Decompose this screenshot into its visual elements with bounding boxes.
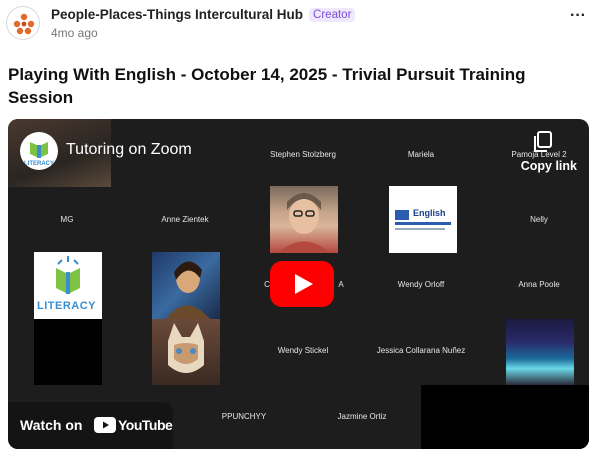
participant-name: Nelly (530, 215, 548, 224)
participant-cat-photo (152, 319, 220, 385)
participant-name: Jessica Collarana Nuñez (376, 346, 466, 355)
literacy-logo-tile: LITERACY (34, 252, 102, 319)
post-title: Playing With English - October 14, 2025 … (8, 65, 526, 107)
play-button[interactable] (270, 261, 334, 307)
author-name[interactable]: People-Places-Things Intercultural Hub Cr… (51, 7, 356, 22)
participant-name: Stephen Stolzberg (270, 150, 336, 159)
copy-link-label: Copy link (520, 159, 577, 173)
post-header: People-Places-Things Intercultural Hub Cr… (6, 4, 586, 44)
participant-name: Anne Zientek (161, 215, 209, 224)
participant-name: PPUNCHYY (221, 412, 267, 421)
participant-painting-tile (152, 252, 220, 319)
svg-text:LITERACY: LITERACY (24, 161, 54, 167)
watch-on-label: Watch on (20, 417, 83, 433)
copy-icon (534, 131, 552, 152)
creator-badge: Creator (309, 8, 356, 22)
participant-name: Wendy Stickel (277, 346, 329, 355)
participant-name: Anna Poole (518, 280, 560, 289)
participant-name: Wendy Orloff (397, 280, 445, 289)
video-embed[interactable]: Stephen Stolzberg Mariela Pamoja Level 2… (8, 119, 589, 449)
avatar[interactable] (6, 6, 40, 40)
literacy-channel-icon: LITERACY (24, 142, 54, 167)
youtube-logo-icon (94, 417, 116, 433)
participant-name: Mariela (407, 150, 435, 159)
participant-video-off (421, 385, 589, 449)
english-tile-text: English (413, 208, 446, 218)
channel-logo[interactable]: LITERACY (20, 132, 58, 170)
play-icon (270, 261, 334, 307)
participant-name: MG (60, 215, 74, 224)
hub-logo-icon (13, 13, 35, 35)
english-program-tile: English (389, 186, 457, 253)
watch-on-youtube-button[interactable]: Watch on YouTube (8, 402, 173, 449)
post-timestamp: 4mo ago (51, 26, 98, 40)
participant-name: A (338, 280, 344, 289)
video-title[interactable]: Tutoring on Zoom (66, 141, 192, 159)
more-options-button[interactable]: ··· (570, 7, 586, 25)
author-label[interactable]: People-Places-Things Intercultural Hub (51, 7, 303, 22)
copy-link-button[interactable]: Copy link (507, 131, 577, 179)
participant-name: Jazmine Ortiz (337, 412, 387, 421)
participant-video-off (34, 319, 102, 385)
literacy-logo-text: LITERACY (37, 300, 96, 312)
participant-photo-woman (270, 186, 338, 253)
participant-beach-photo (506, 319, 574, 385)
youtube-wordmark: YouTube (118, 417, 173, 433)
